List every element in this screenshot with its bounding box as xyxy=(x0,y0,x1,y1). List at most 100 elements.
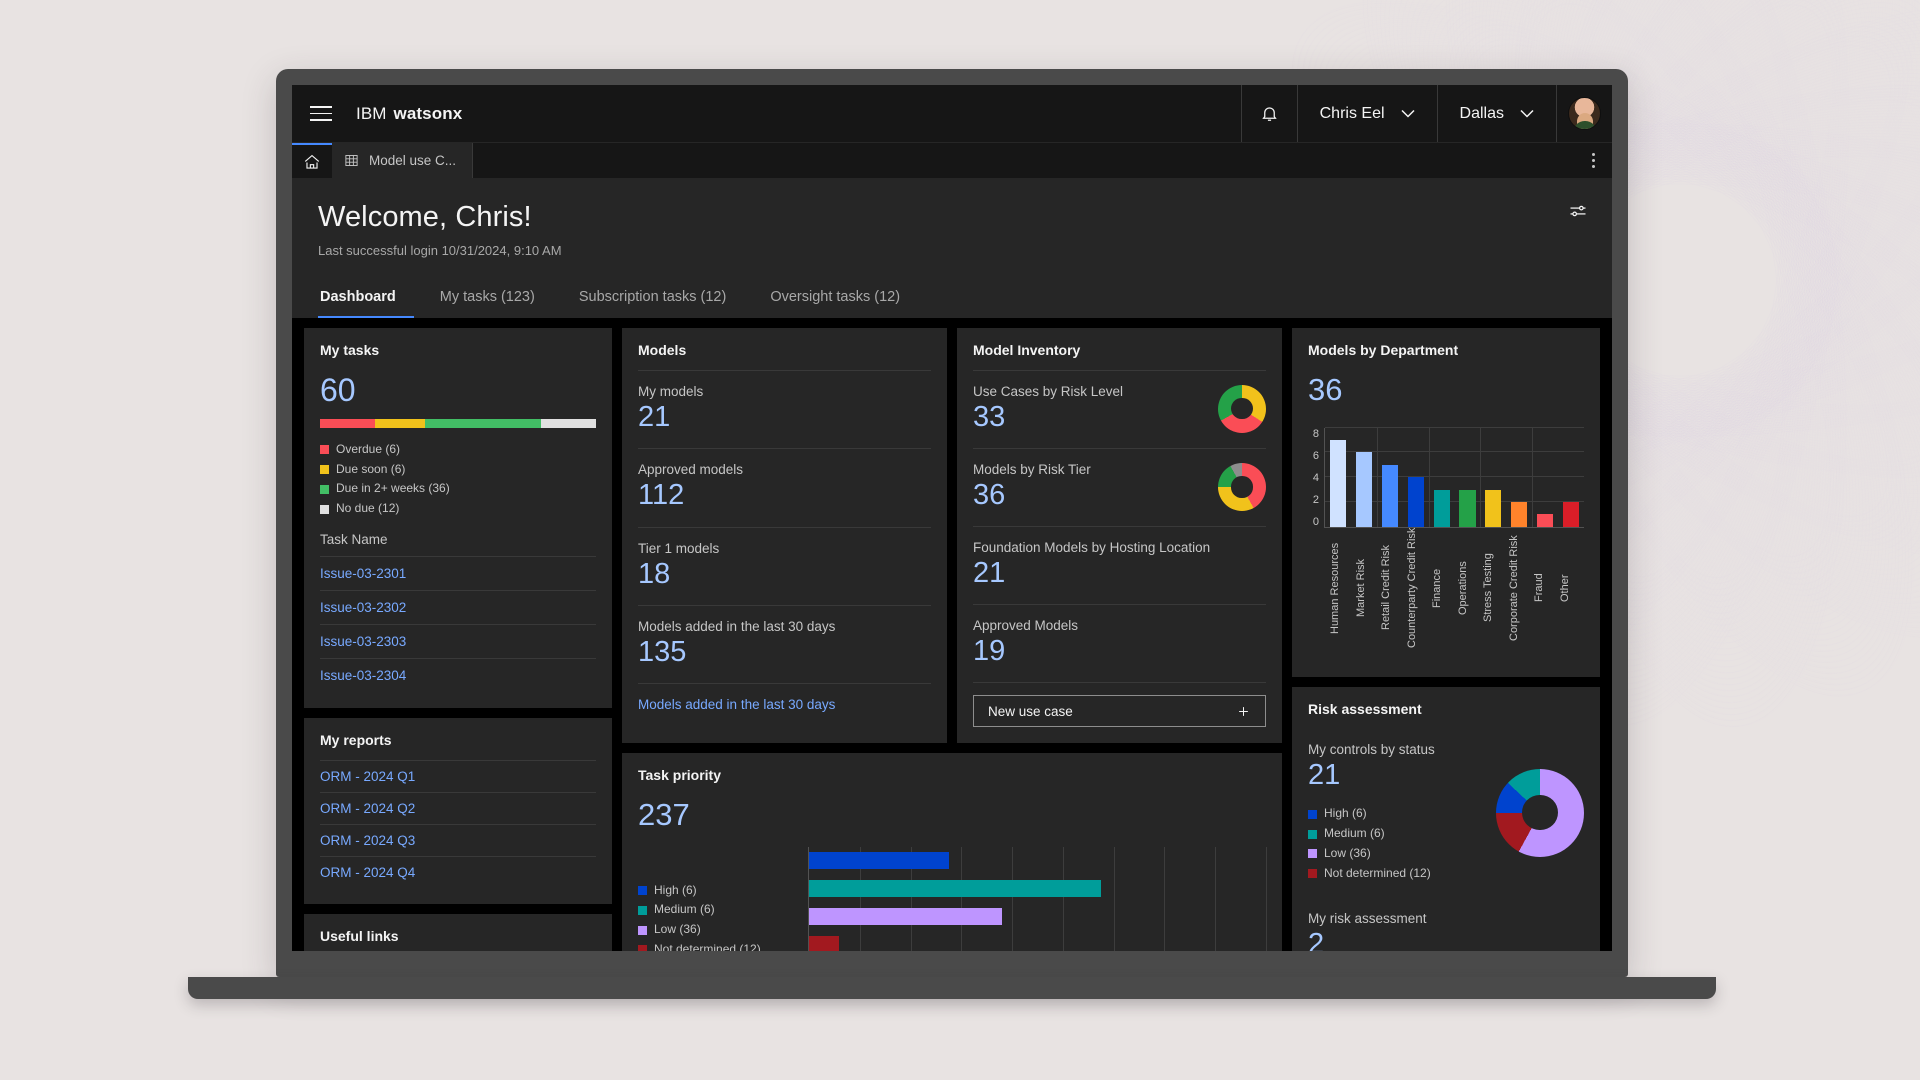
card-my-tasks: My tasks 60 Overdue (6) Due soon (6) Due… xyxy=(304,328,612,708)
hbar[interactable] xyxy=(809,936,840,951)
card-model-inventory: Model Inventory Use Cases by Risk Level … xyxy=(957,328,1282,743)
task-link[interactable]: Issue-03-2302 xyxy=(320,589,596,624)
bar[interactable] xyxy=(1407,477,1424,527)
task-link[interactable]: Issue-03-2303 xyxy=(320,623,596,658)
user-menu-button[interactable]: Chris Eel xyxy=(1296,85,1437,142)
y-tick: 0 xyxy=(1312,515,1319,528)
bar[interactable] xyxy=(1433,489,1450,527)
location-name: Dallas xyxy=(1459,104,1504,122)
tab-dashboard[interactable]: Dashboard xyxy=(318,280,414,318)
legend-item: Low (36) xyxy=(1308,844,1435,864)
models-by-department-total: 36 xyxy=(1308,372,1343,407)
legend-label: Medium (6) xyxy=(654,902,715,917)
bar[interactable] xyxy=(1381,464,1398,527)
legend-label: Low (36) xyxy=(1324,845,1371,860)
bar[interactable] xyxy=(1485,489,1502,527)
bar[interactable] xyxy=(1563,501,1580,527)
metric-value: 18 xyxy=(638,557,671,590)
metric-label: Use Cases by Risk Level xyxy=(973,383,1124,399)
notifications-button[interactable] xyxy=(1240,85,1297,142)
x-tick-label: Counterparty Credit Risk xyxy=(1405,527,1418,648)
tabstrip-overflow-button[interactable] xyxy=(1574,143,1612,178)
legend-swatch xyxy=(638,945,647,951)
metric-models-added-30-days: Models added in the last 30 days 135 xyxy=(638,606,931,683)
legend-item: Medium (6) xyxy=(1308,824,1435,844)
metric-value: 33 xyxy=(973,400,1006,433)
brand-logo[interactable]: IBM watsonx xyxy=(350,85,462,142)
legend-item: Low (36) xyxy=(638,920,808,940)
metric-value: 36 xyxy=(973,478,1006,511)
metric-tier-1-models: Tier 1 models 18 xyxy=(638,528,931,605)
report-link[interactable]: ORM - 2024 Q2 xyxy=(320,791,596,824)
tab-subscription-tasks[interactable]: Subscription tasks (12) xyxy=(577,280,744,318)
card-title: Model Inventory xyxy=(973,342,1081,358)
segment-due-soon xyxy=(375,418,425,428)
report-link[interactable]: ORM - 2024 Q1 xyxy=(320,759,596,792)
hbar[interactable] xyxy=(809,852,949,870)
bar[interactable] xyxy=(1537,514,1554,527)
bar-slot xyxy=(1506,428,1532,527)
hamburger-menu-icon[interactable] xyxy=(292,85,350,142)
page-tabs: Dashboard My tasks (123) Subscription ta… xyxy=(318,280,1586,318)
task-link[interactable]: Issue-03-2304 xyxy=(320,657,596,692)
hbar[interactable] xyxy=(809,880,1101,898)
models-by-department-chart: 8 6 4 2 0 Human Resources Market Risk Retail C… xyxy=(1308,426,1584,648)
bar[interactable] xyxy=(1459,489,1476,527)
legend-label: Not determined (12) xyxy=(654,942,761,951)
report-link[interactable]: ORM - 2024 Q3 xyxy=(320,823,596,856)
x-tick-label: Stress Testing xyxy=(1482,553,1494,623)
legend-label: Due in 2+ weeks (36) xyxy=(336,481,450,496)
metric-approved-models: Approved Models 19 xyxy=(973,605,1266,682)
models-footer-link[interactable]: Models added in the last 30 days xyxy=(638,684,931,712)
metric-value: 21 xyxy=(973,556,1006,589)
x-tick-label: Fraud xyxy=(1533,573,1545,603)
use-cases-risk-level-donut xyxy=(1218,384,1266,433)
laptop-base xyxy=(188,977,1716,999)
brand-prefix: IBM xyxy=(356,103,387,123)
metric-label: My controls by status xyxy=(1308,742,1435,757)
document-tabstrip: Model use C... xyxy=(292,143,1612,179)
y-tick: 8 xyxy=(1312,427,1319,440)
tab-my-tasks[interactable]: My tasks (123) xyxy=(438,280,553,318)
bar[interactable] xyxy=(1511,501,1528,527)
bar-chart-x-labels: Human Resources Market Risk Retail Credit … xyxy=(1329,527,1584,648)
legend-label: No due (12) xyxy=(336,501,400,516)
legend-swatch xyxy=(320,464,329,474)
metric-label: Tier 1 models xyxy=(638,540,720,556)
metric-label: My risk assessment xyxy=(1308,910,1427,926)
metric-label: Models added in the last 30 days xyxy=(638,619,836,635)
tab-oversight-tasks[interactable]: Oversight tasks (12) xyxy=(768,280,918,318)
metric-my-controls-by-status: My controls by status 21 High (6) Medium… xyxy=(1308,729,1584,898)
dashboard-settings-button[interactable] xyxy=(1568,201,1588,226)
home-icon xyxy=(304,154,320,169)
location-menu-button[interactable]: Dallas xyxy=(1436,85,1556,142)
hbar[interactable] xyxy=(809,908,1002,926)
my-tasks-total: 60 xyxy=(320,372,356,408)
legend-label: High (6) xyxy=(654,882,697,897)
x-tick-label: Finance xyxy=(1431,568,1443,608)
bar-slot xyxy=(1403,428,1429,527)
bar-slot xyxy=(1532,428,1558,527)
avatar-button[interactable] xyxy=(1556,85,1612,142)
card-models: Models My models 21 Approved models 112 xyxy=(622,328,947,743)
bar[interactable] xyxy=(1329,440,1346,527)
legend-label: High (6) xyxy=(1324,806,1367,821)
dashboard-column-right: Models by Department 36 8 6 4 2 0 Human Reso… xyxy=(1292,328,1600,951)
y-tick: 6 xyxy=(1312,449,1319,462)
metric-foundation-models-hosting: Foundation Models by Hosting Location 21 xyxy=(973,527,1266,604)
legend-swatch xyxy=(638,905,647,915)
task-table-header: Task Name xyxy=(320,531,388,547)
legend-label: Low (36) xyxy=(654,922,701,937)
home-tab[interactable] xyxy=(292,143,332,178)
document-tab-model-use-case[interactable]: Model use C... xyxy=(332,143,474,178)
risk-legend: High (6) Medium (6) Low (36) Not determi… xyxy=(1308,804,1435,883)
bar[interactable] xyxy=(1355,452,1372,527)
x-tick-label: Operations xyxy=(1456,560,1469,615)
metric-label: My models xyxy=(638,384,704,399)
task-link[interactable]: Issue-03-2301 xyxy=(320,555,596,590)
report-link[interactable]: ORM - 2024 Q4 xyxy=(320,855,596,888)
bar-slot xyxy=(1377,428,1403,527)
new-use-case-button[interactable]: New use case xyxy=(973,695,1266,728)
metric-value: 135 xyxy=(638,636,687,669)
legend-item: No due (12) xyxy=(320,499,596,519)
